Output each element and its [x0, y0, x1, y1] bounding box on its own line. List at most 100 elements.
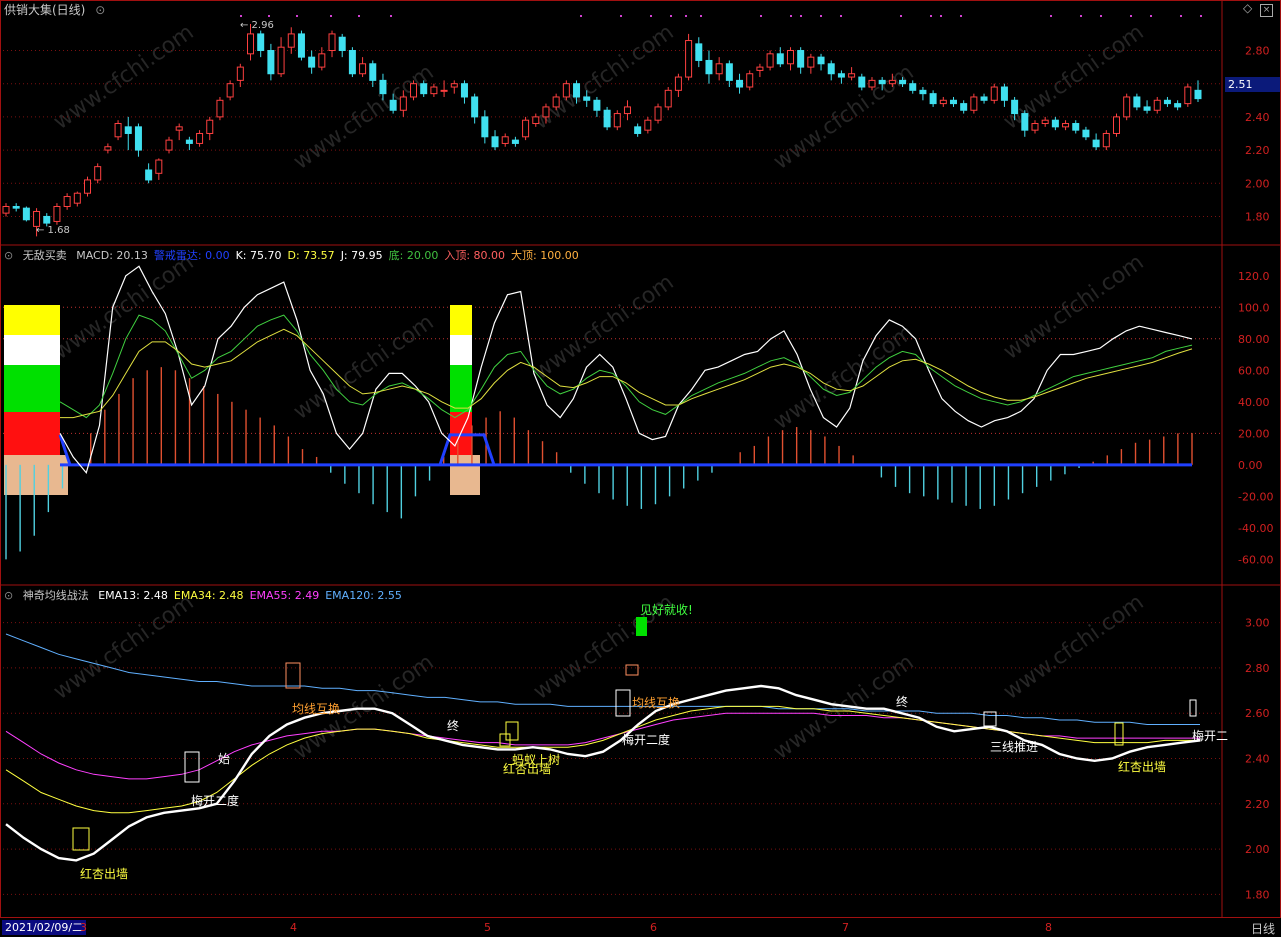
p1-y-tick-label: 1.80 — [1245, 210, 1270, 223]
candle-body — [511, 139, 519, 144]
panel3-collapse-icon[interactable]: ⊙ — [4, 589, 13, 602]
candle-body — [1184, 86, 1192, 105]
panel3-indicator-1: EMA34: 2.48 — [173, 589, 244, 602]
signal-candle-box — [285, 662, 301, 689]
x-tick-label: 4 — [290, 921, 297, 934]
signal-dot — [900, 15, 902, 17]
signal-dot — [390, 15, 392, 17]
candle-body — [736, 79, 744, 88]
x-tick-label: 6 — [650, 921, 657, 934]
candle-body — [328, 33, 336, 52]
panel2-collapse-icon[interactable]: ⊙ — [4, 249, 13, 262]
candle-body — [929, 93, 937, 105]
candle-body — [634, 126, 642, 134]
candle-body — [593, 99, 601, 111]
high-price-label: ← 2.96 — [240, 20, 274, 31]
signal-block-white — [450, 335, 472, 365]
candle-body — [654, 106, 662, 121]
panel3-header: ⊙ 神奇均线战法 EMA13: 2.48 EMA34: 2.48 EMA55: 2.… — [4, 587, 414, 603]
candle-body — [1000, 86, 1008, 101]
signal-dot — [960, 15, 962, 17]
signal-dot — [620, 15, 622, 17]
time-axis — [0, 918, 1281, 936]
candle-body — [236, 66, 244, 81]
candle-body — [287, 33, 295, 48]
signal-block-green — [450, 365, 472, 412]
annotation-label: 终 — [447, 718, 459, 733]
panel2-indicator-2: K: 75.70 — [235, 249, 282, 262]
collapse-icon[interactable]: ⊙ — [95, 3, 105, 17]
panel2-indicator-4: J: 79.95 — [340, 249, 383, 262]
signal-dot — [650, 15, 652, 17]
candle-body — [725, 63, 733, 81]
signal-dot — [840, 15, 842, 17]
candle-body — [216, 99, 224, 118]
take-profit-marker — [636, 617, 647, 636]
signal-candle-box — [184, 751, 200, 783]
p2-y-tick-label: 100.0 — [1238, 301, 1270, 314]
candle-body — [450, 83, 458, 88]
candle-body — [766, 53, 774, 68]
close-icon[interactable]: × — [1260, 4, 1273, 17]
annotation-label: 三线推进 — [990, 740, 1038, 754]
diamond-icon[interactable]: ◇ — [1243, 1, 1252, 15]
candle-body — [1194, 89, 1202, 100]
signal-block-tan — [4, 455, 68, 495]
candle-body — [1112, 116, 1120, 134]
low-price-label: ← 1.68 — [36, 225, 70, 236]
watermark-text: www.cfchi.com — [999, 250, 1148, 365]
signal-dot — [1100, 15, 1102, 17]
signal-candle-box — [983, 711, 997, 727]
candle-body — [53, 205, 61, 222]
p2-y-tick-label: 120.0 — [1238, 270, 1270, 283]
candle-body — [1011, 99, 1019, 115]
candle-body — [114, 123, 122, 138]
watermark-text: www.cfchi.com — [529, 270, 678, 385]
x-tick-label: 5 — [484, 921, 491, 934]
signal-dot — [330, 15, 332, 17]
x-tick-label: 8 — [1045, 921, 1052, 934]
signal-candle-box — [625, 664, 639, 676]
candle-body — [297, 33, 305, 58]
annotation-label: 终 — [896, 694, 908, 709]
candle-body — [124, 126, 132, 134]
candle-body — [1051, 119, 1059, 128]
candle-body — [206, 119, 214, 134]
candle-body — [990, 86, 998, 101]
frequency-label[interactable]: 日线 — [1251, 920, 1275, 937]
candle-body — [756, 66, 764, 71]
candle-body — [491, 136, 499, 148]
candle-body — [175, 126, 183, 131]
candle-body — [837, 73, 845, 78]
candle-body — [1082, 129, 1090, 138]
candle-body — [1133, 96, 1141, 108]
candle-body — [318, 53, 326, 68]
p2-y-tick-label: -40.00 — [1238, 522, 1273, 535]
signal-dot — [296, 15, 298, 17]
signal-dot — [820, 15, 822, 17]
signal-dot — [800, 15, 802, 17]
p3-y-tick-label: 2.60 — [1245, 707, 1270, 720]
signal-candle-box — [1114, 722, 1124, 746]
candle-body — [776, 53, 784, 65]
p3-y-tick-label: 1.80 — [1245, 888, 1270, 901]
candle-body — [960, 103, 968, 111]
p2-y-tick-label: 40.00 — [1238, 396, 1270, 409]
candle-body — [573, 83, 581, 98]
candle-body — [827, 63, 835, 75]
candle-body — [471, 96, 479, 118]
window-controls: ◇ × — [1243, 1, 1273, 17]
candle-body — [379, 79, 387, 95]
outer-border — [0, 0, 1281, 918]
panel2-indicator-0: MACD: 20.13 — [76, 249, 148, 262]
candle-body — [348, 50, 356, 75]
panel2-indicator-3: D: 73.57 — [287, 249, 335, 262]
annotation-label: 蚂蚁上树 — [512, 752, 560, 767]
candle-body — [715, 63, 723, 75]
signal-dot — [1180, 15, 1182, 17]
annotation-label: 始 — [218, 752, 230, 766]
candle-body — [613, 113, 621, 128]
candle-body — [185, 139, 193, 144]
candle-body — [868, 79, 876, 88]
p3-y-tick-label: 3.00 — [1245, 617, 1270, 630]
